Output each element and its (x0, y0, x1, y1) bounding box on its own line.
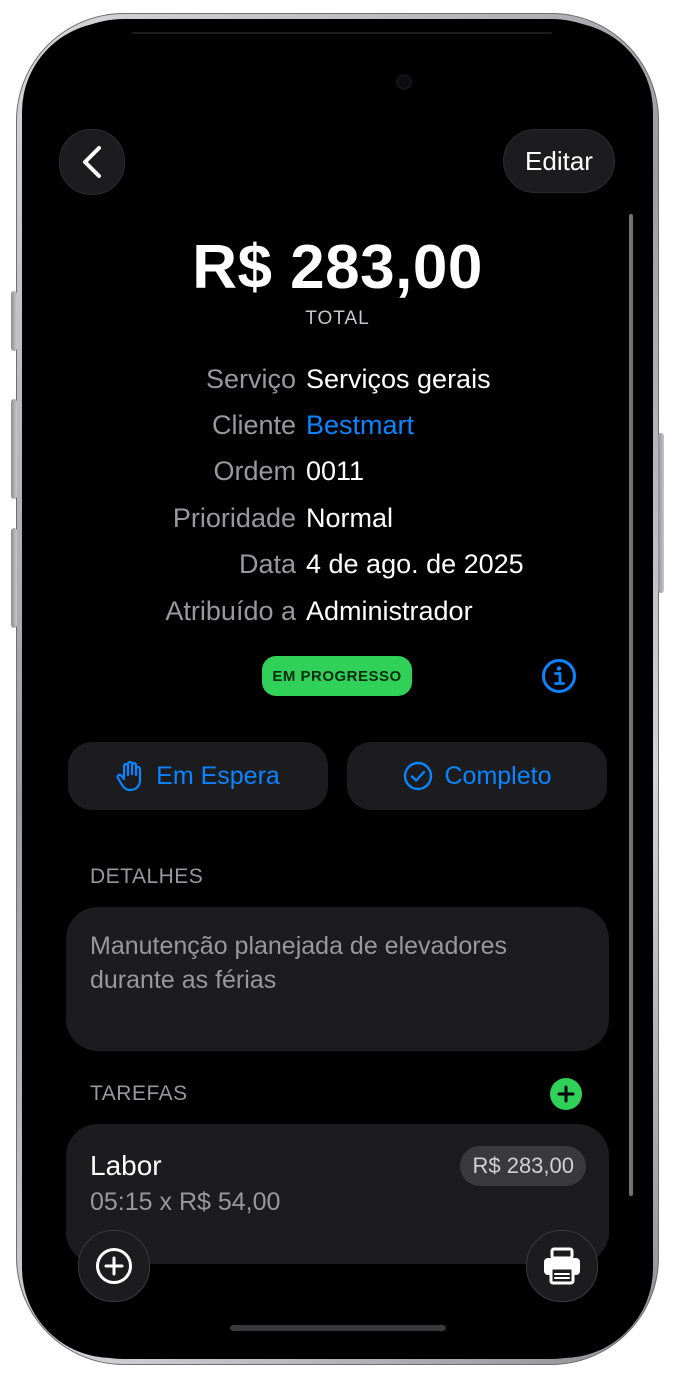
status-badge: EM PROGRESSO (262, 656, 412, 696)
printer-icon (544, 1247, 580, 1285)
priority-row: Prioridade Normal (22, 503, 653, 543)
details-card[interactable]: Manutenção planejada de elevadores duran… (66, 907, 609, 1051)
chevron-left-icon (83, 146, 101, 178)
scrollbar[interactable] (629, 214, 633, 1196)
top-edge (132, 32, 552, 34)
service-row: Serviço Serviços gerais (22, 364, 653, 404)
complete-button[interactable]: Completo (347, 742, 607, 810)
home-indicator[interactable] (230, 1325, 446, 1331)
back-button[interactable] (59, 129, 125, 195)
date-row: Data 4 de ago. de 2025 (22, 549, 653, 589)
client-link[interactable]: Bestmart (306, 410, 414, 441)
action-button (11, 291, 17, 351)
assigned-row: Atribuído a Administrador (22, 596, 653, 636)
checkmark-circle-icon (403, 761, 432, 791)
total-amount: R$ 283,00 (192, 233, 483, 302)
order-value: 0011 (306, 456, 365, 486)
on-hold-label: Em Espera (156, 761, 280, 790)
service-label: Serviço (205, 364, 296, 394)
print-button[interactable] (526, 1230, 598, 1302)
assigned-value: Administrador (306, 596, 473, 626)
priority-value: Normal (306, 503, 394, 533)
volume-down-button (11, 528, 17, 628)
add-button[interactable] (78, 1230, 150, 1302)
order-row: Ordem 0011 (22, 456, 653, 496)
date-label: Data (238, 549, 296, 579)
info-circle-icon[interactable] (541, 658, 577, 694)
complete-label: Completo (444, 761, 552, 790)
on-hold-button[interactable]: Em Espera (68, 742, 328, 810)
priority-label: Prioridade (172, 503, 296, 533)
task-subtitle: 05:15 x R$ 54,00 (90, 1188, 281, 1216)
date-value: 4 de ago. de 2025 (306, 549, 524, 579)
front-camera (398, 76, 410, 88)
task-title: Labor (90, 1150, 162, 1181)
total-label: TOTAL (305, 308, 370, 329)
task-price-badge: R$ 283,00 (460, 1146, 586, 1186)
power-button (658, 433, 664, 593)
volume-up-button (11, 399, 17, 499)
client-row: Cliente Bestmart (22, 410, 653, 450)
task-item[interactable]: Labor 05:15 x R$ 54,00 R$ 283,00 (66, 1124, 609, 1264)
tasks-section-title: TAREFAS (90, 1082, 188, 1105)
screen: Editar R$ 283,00 TOTAL Serviço Serviços … (22, 22, 653, 1358)
details-text: Manutenção planejada de elevadores duran… (90, 932, 507, 994)
hand-raised-icon (116, 760, 142, 792)
plus-circle-fill-icon[interactable] (550, 1078, 582, 1110)
plus-circle-icon (96, 1248, 132, 1284)
edit-button[interactable]: Editar (503, 129, 615, 193)
service-value: Serviços gerais (306, 364, 491, 394)
order-label: Ordem (213, 456, 296, 486)
details-section-title: DETALHES (90, 865, 204, 888)
client-label: Cliente (211, 410, 296, 440)
assigned-label: Atribuído a (165, 596, 296, 626)
